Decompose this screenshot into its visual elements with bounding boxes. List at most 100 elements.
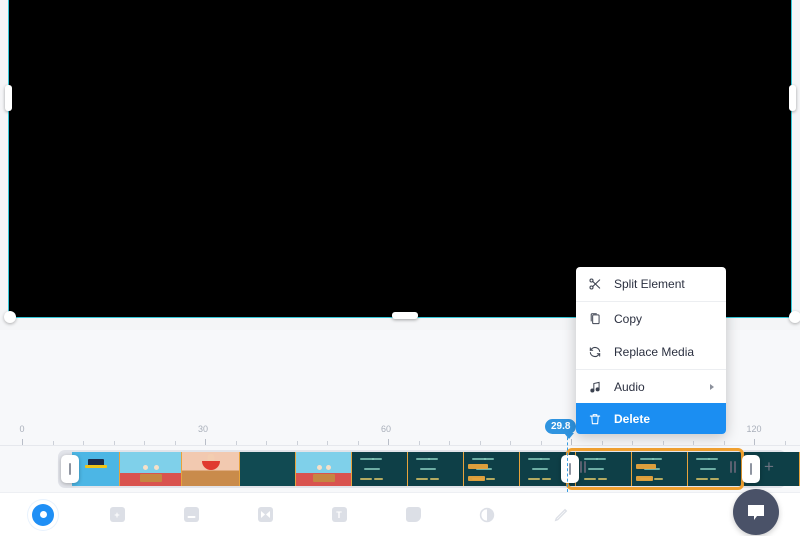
timeline-track-area	[0, 446, 800, 492]
chalk-mark	[584, 478, 596, 480]
graduation-cap-icon	[88, 459, 104, 467]
chalk-highlight	[468, 476, 485, 481]
chalk-highlight	[468, 464, 488, 469]
text-icon: T	[332, 507, 347, 522]
menu-split-element[interactable]: Split Element	[576, 267, 726, 301]
chalk-mark	[374, 478, 383, 480]
student-head	[143, 465, 148, 470]
nav-text[interactable]: T	[302, 507, 376, 522]
desk-shape	[140, 474, 162, 482]
menu-replace-media[interactable]: Replace Media	[576, 335, 726, 369]
clip-strip[interactable]	[72, 452, 800, 486]
nav-subtitle[interactable]	[154, 507, 228, 522]
clip-context-menu[interactable]: Split Element Copy Replace Media	[576, 267, 726, 434]
student-head	[154, 465, 159, 470]
desk-shape	[313, 474, 335, 482]
track-start-handle[interactable]	[61, 455, 79, 483]
chalk-mark	[484, 458, 494, 460]
menu-copy[interactable]: Copy	[576, 301, 726, 335]
chalk-mark	[372, 458, 382, 460]
contrast-icon	[479, 507, 495, 523]
menu-item-label: Audio	[614, 380, 645, 394]
chalk-mark	[598, 478, 607, 480]
resize-handle-bottom-right[interactable]	[789, 311, 800, 323]
student-head	[317, 465, 322, 470]
copy-icon	[588, 312, 602, 326]
video-editor-app: Split 0306090120 + 29.8	[0, 0, 800, 536]
chalk-mark	[696, 478, 708, 480]
clip-grip-right	[730, 461, 736, 473]
chevron-right-icon	[710, 384, 714, 390]
clip-bowl[interactable]	[182, 452, 240, 486]
chalk-mark	[652, 458, 662, 460]
playhead-line	[567, 432, 568, 492]
transition-icon	[258, 507, 273, 522]
refresh-icon	[588, 345, 602, 359]
bowl-shape	[202, 461, 220, 470]
clip-graduation[interactable]	[72, 452, 120, 486]
menu-item-label: Delete	[614, 412, 650, 426]
menu-item-label: Copy	[614, 312, 642, 326]
nav-sticker[interactable]	[376, 507, 450, 522]
chalk-mark	[532, 468, 548, 470]
chalk-mark	[430, 478, 439, 480]
clip-board-7[interactable]	[632, 452, 688, 486]
chalk-mark	[528, 478, 540, 480]
subtitle-icon	[184, 507, 199, 522]
playhead-time-badge[interactable]: 29.8	[545, 419, 576, 434]
scissors-icon	[588, 277, 602, 291]
nav-transition[interactable]	[228, 507, 302, 522]
chalk-highlight	[636, 464, 656, 469]
chalk-mark	[540, 458, 550, 460]
menu-item-label: Split Element	[614, 277, 685, 291]
chalk-mark	[708, 458, 718, 460]
sticker-icon	[406, 507, 421, 522]
chalk-mark	[542, 478, 551, 480]
chalk-highlight	[636, 476, 653, 481]
nav-filter[interactable]	[450, 507, 524, 523]
chalk-mark	[486, 478, 495, 480]
chalk-mark	[360, 478, 372, 480]
clip-board-2[interactable]	[352, 452, 408, 486]
clip-board-3[interactable]	[408, 452, 464, 486]
resize-handle-right[interactable]	[789, 85, 796, 111]
pencil-icon	[553, 507, 569, 523]
support-chat-button[interactable]	[733, 489, 779, 535]
resize-handle-bottom[interactable]	[392, 312, 418, 319]
ruler-label: 60	[381, 424, 391, 434]
record-icon	[32, 504, 54, 526]
chalk-mark	[710, 478, 719, 480]
ruler-label: 30	[198, 424, 208, 434]
nav-media[interactable]	[6, 504, 80, 526]
chalk-mark	[654, 478, 663, 480]
clip-classroom-1[interactable]	[120, 452, 182, 486]
bottom-navigation: +T	[0, 492, 800, 536]
clip-board-4[interactable]	[464, 452, 520, 486]
plus-icon: +	[110, 507, 125, 522]
ruler-label: 120	[746, 424, 761, 434]
chalk-mark	[596, 458, 606, 460]
trim-handle-left[interactable]	[561, 455, 579, 483]
nav-add[interactable]: +	[80, 507, 154, 522]
add-clip-button[interactable]: +	[764, 458, 774, 475]
chalk-mark	[588, 468, 604, 470]
menu-item-label: Replace Media	[614, 345, 694, 359]
student-head	[326, 465, 331, 470]
chalk-mark	[700, 468, 716, 470]
music-note-icon	[588, 380, 602, 394]
resize-handle-bottom-left[interactable]	[4, 311, 16, 323]
chalk-mark	[428, 458, 438, 460]
chalk-mark	[416, 478, 428, 480]
menu-audio[interactable]: Audio	[576, 369, 726, 403]
trash-icon	[588, 412, 602, 426]
trim-handle-right[interactable]	[742, 455, 760, 483]
clip-grip-left	[580, 461, 586, 473]
clip-classroom-2[interactable]	[296, 452, 352, 486]
nav-edit[interactable]	[524, 507, 598, 523]
menu-delete[interactable]: Delete	[576, 403, 726, 434]
chalk-mark	[420, 468, 436, 470]
chat-bubble-icon	[744, 500, 768, 524]
chalk-mark	[364, 468, 380, 470]
clip-board-1[interactable]	[240, 452, 296, 486]
resize-handle-left[interactable]	[5, 85, 12, 111]
